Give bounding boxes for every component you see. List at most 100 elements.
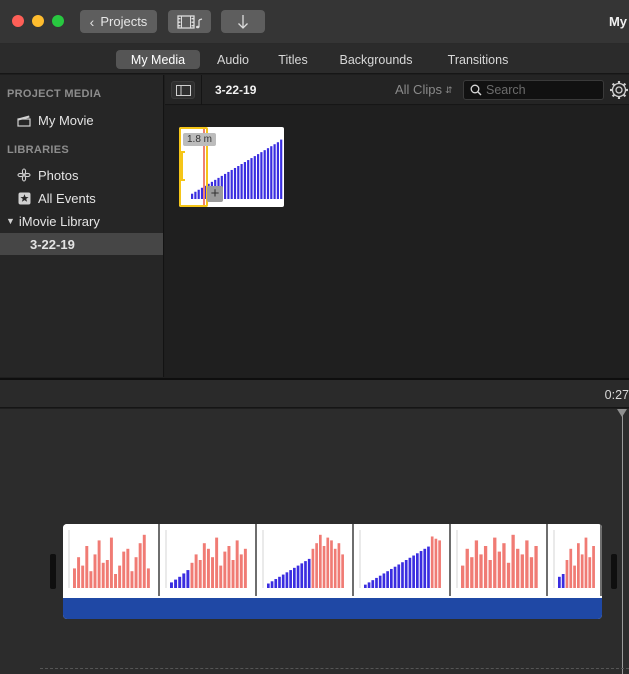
sidebar-item-label: iMovie Library — [18, 213, 100, 229]
frame-bar — [77, 557, 81, 588]
frame-bar — [511, 534, 515, 588]
tab-transitions[interactable]: Transitions — [437, 50, 519, 69]
thumb-bar — [247, 160, 250, 199]
thumb-bar — [253, 156, 256, 199]
frame-bar — [178, 576, 182, 588]
close-window-button[interactable] — [12, 15, 24, 27]
playhead-line[interactable] — [622, 409, 623, 674]
frame-bar — [223, 551, 227, 588]
disclosure-triangle-icon[interactable]: ▼ — [6, 216, 15, 226]
frame-bar — [382, 573, 386, 588]
frame-bar — [588, 557, 592, 588]
sidebar-item-imovie-library[interactable]: ▼ iMovie Library — [0, 210, 163, 232]
thumb-bar — [250, 158, 253, 199]
frame-bar — [534, 546, 538, 588]
frame-bar — [423, 548, 427, 588]
timeline-clip[interactable] — [63, 524, 602, 619]
frame-bar — [118, 565, 122, 588]
frame-bar — [122, 551, 126, 588]
projects-button[interactable]: ‹ Projects — [80, 10, 157, 33]
frame-bar — [577, 543, 580, 588]
search-field[interactable] — [463, 80, 604, 100]
frame-bar — [190, 562, 194, 588]
thumb-bar — [276, 142, 279, 199]
thumb-bar — [257, 154, 260, 199]
media-browser: 1.8 m + — [165, 106, 629, 377]
sidebar-item-event-3-22-19[interactable]: 3-22-19 — [0, 233, 163, 255]
gear-icon[interactable] — [609, 80, 629, 100]
clip-trim-handle-right[interactable] — [611, 554, 617, 589]
sidebar-item-all-events[interactable]: All Events — [0, 187, 163, 209]
filmstrip-frame — [63, 524, 160, 596]
frame-bar — [146, 568, 150, 588]
frame-bar — [479, 554, 483, 588]
toolbar-divider — [201, 75, 202, 105]
frame-bar — [584, 537, 588, 588]
tab-backgrounds[interactable]: Backgrounds — [332, 50, 420, 69]
frame-bar — [520, 554, 524, 588]
sidebar-item-label: My Movie — [38, 112, 94, 128]
media-clip-thumbnail[interactable]: 1.8 m + — [179, 127, 284, 207]
tab-titles[interactable]: Titles — [270, 50, 316, 69]
clip-selection-handle[interactable] — [181, 151, 185, 181]
thumb-bar — [237, 166, 240, 199]
sidebar-toggle-button[interactable] — [171, 81, 195, 99]
frame-bar — [427, 546, 430, 588]
frame-bar — [239, 554, 243, 588]
browser-tab-bar: My Media Audio Titles Backgrounds Transi… — [0, 44, 629, 74]
timeline-clip-filmstrip — [63, 524, 602, 596]
frame-bar — [364, 584, 367, 588]
frame-bar — [270, 581, 274, 588]
timeline-audio-track[interactable] — [63, 596, 602, 619]
frame-bar — [416, 553, 419, 588]
frame-bar — [401, 562, 404, 588]
libraries-sidebar: PROJECT MEDIA My Movie LIBRARIES Photos … — [0, 75, 164, 377]
thumb-bar — [260, 152, 263, 199]
thumb-bar — [266, 148, 270, 199]
frame-bar — [516, 548, 520, 588]
fullscreen-window-button[interactable] — [52, 15, 64, 27]
film-music-icon — [176, 14, 202, 29]
project-media-header: PROJECT MEDIA — [7, 88, 102, 100]
frame-bar — [371, 580, 375, 588]
import-arrow-icon — [238, 14, 248, 29]
add-to-project-button[interactable]: + — [207, 186, 223, 202]
filmstrip-frame — [354, 524, 451, 596]
clips-filter-select[interactable]: All Clips ⇵ — [395, 82, 453, 97]
thumb-bar — [227, 171, 230, 199]
search-input[interactable] — [486, 82, 601, 98]
import-button[interactable] — [221, 10, 265, 33]
clip-duration-badge: 1.8 m — [183, 133, 217, 146]
frame-bar — [375, 577, 378, 588]
playhead-marker[interactable] — [617, 409, 627, 417]
frame-bar — [386, 571, 389, 588]
frame-bar — [378, 575, 382, 588]
frame-chart — [262, 530, 344, 588]
frame-bar — [502, 543, 506, 588]
tab-audio[interactable]: Audio — [210, 50, 256, 69]
timecode-display: 0:27 — [604, 388, 629, 402]
sidebar-item-my-movie[interactable]: My Movie — [0, 109, 163, 131]
frame-bar — [105, 560, 109, 588]
browser-toolbar: 3-22-19 All Clips ⇵ — [165, 75, 629, 105]
frame-bar — [296, 565, 300, 588]
frame-bar — [126, 548, 130, 588]
filmstrip-frame — [451, 524, 548, 596]
frame-bar — [341, 554, 344, 588]
sidebar-item-photos[interactable]: Photos — [0, 164, 163, 186]
frame-bar — [326, 537, 330, 588]
minimize-window-button[interactable] — [32, 15, 44, 27]
libraries-header: LIBRARIES — [7, 144, 69, 156]
frame-bar — [561, 574, 565, 588]
frame-bar — [592, 546, 595, 588]
frame-bar — [337, 543, 341, 588]
clip-trim-handle-left[interactable] — [50, 554, 56, 589]
frame-chart — [456, 530, 538, 588]
media-browser-button[interactable] — [168, 10, 211, 33]
tab-my-media[interactable]: My Media — [116, 50, 200, 69]
frame-bar — [89, 571, 93, 588]
title-bar: ‹ Projects My — [0, 0, 629, 44]
filmstrip-frame — [548, 524, 602, 596]
frame-bar — [333, 548, 337, 588]
frame-bar — [404, 560, 408, 588]
